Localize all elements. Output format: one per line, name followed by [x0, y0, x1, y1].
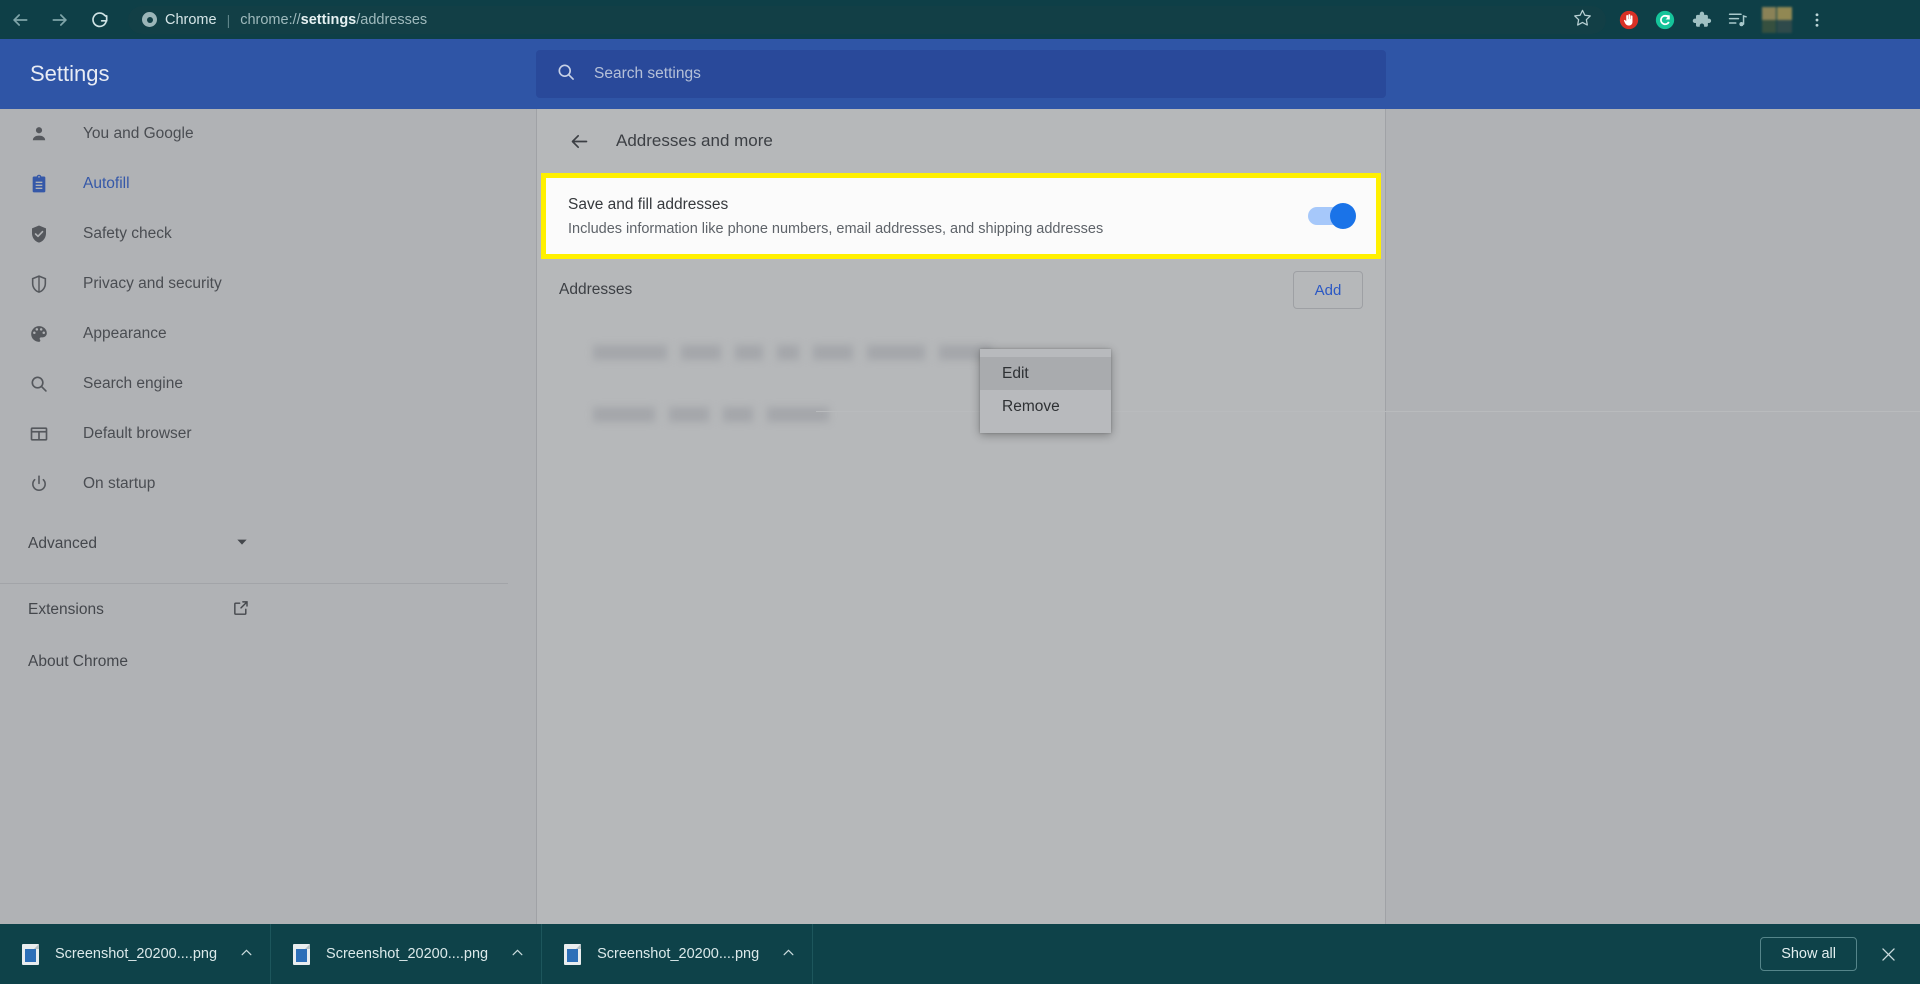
page-title: Addresses and more	[616, 131, 773, 150]
save-and-fill-toggle[interactable]	[1308, 203, 1356, 229]
back-arrow-icon[interactable]	[569, 131, 590, 152]
download-shelf: Screenshot_20200....png Screenshot_20200…	[0, 924, 1920, 984]
context-menu-item-edit[interactable]: Edit	[980, 357, 1111, 390]
settings-header: Settings	[0, 39, 1920, 109]
redacted-address-text	[593, 344, 991, 360]
toggle-knob	[1330, 203, 1356, 229]
url-bold-part: settings	[300, 11, 357, 28]
clipboard-icon	[28, 173, 50, 195]
omnibox-separator: |	[226, 11, 231, 28]
address-list-item[interactable]	[537, 321, 1385, 383]
address-context-menu: Edit Remove	[980, 349, 1111, 433]
save-and-fill-text-group: Save and fill addresses Includes informa…	[568, 196, 1103, 237]
sidebar-item-label: Appearance	[83, 325, 167, 342]
sidebar-item-label: Privacy and security	[83, 275, 222, 292]
download-shelf-actions: Show all	[1760, 937, 1920, 971]
person-icon	[28, 123, 50, 145]
omnibox-address-bar[interactable]: Chrome | chrome://settings/addresses	[128, 5, 1606, 34]
forward-arrow-icon[interactable]	[40, 0, 80, 39]
file-image-icon	[22, 943, 39, 965]
search-settings-input[interactable]	[594, 65, 1366, 83]
chrome-logo-icon	[142, 12, 157, 27]
sidebar-item-advanced[interactable]: Advanced	[0, 519, 536, 569]
chrome-menu-icon[interactable]	[1800, 0, 1834, 39]
file-image-icon	[293, 943, 311, 965]
sidebar-item-about-chrome[interactable]: About Chrome	[0, 636, 536, 688]
sidebar-item-label: On startup	[83, 475, 156, 492]
media-playlist-icon[interactable]	[1720, 0, 1754, 39]
sidebar-item-label: Autofill	[83, 175, 130, 192]
save-and-fill-title: Save and fill addresses	[568, 195, 729, 213]
download-item[interactable]: Screenshot_20200....png	[0, 924, 272, 984]
chevron-up-icon[interactable]	[239, 945, 254, 964]
omnibox-app-name: Chrome	[165, 11, 217, 28]
sidebar-item-privacy-and-security[interactable]: Privacy and security	[0, 259, 536, 309]
sidebar-item-appearance[interactable]: Appearance	[0, 309, 536, 359]
sidebar-item-safety-check[interactable]: Safety check	[0, 209, 536, 259]
redacted-address-text	[593, 406, 829, 422]
settings-content-card: Addresses and more Save and fill address…	[536, 109, 1386, 924]
omnibox-url-text: chrome://settings/addresses	[240, 12, 427, 28]
sidebar-extensions-label: Extensions	[28, 601, 104, 618]
sidebar-advanced-label: Advanced	[28, 535, 97, 552]
blocker-extension-icon[interactable]	[1612, 0, 1646, 39]
palette-icon	[28, 323, 50, 345]
sidebar-item-extensions[interactable]: Extensions	[0, 584, 536, 636]
url-prefix: chrome://	[240, 11, 301, 28]
toolbar-action-icons	[1612, 0, 1834, 39]
chevron-up-icon[interactable]	[781, 945, 796, 964]
settings-sidebar: You and Google Autofill Safety check Pri…	[0, 109, 536, 924]
download-filename: Screenshot_20200....png	[597, 946, 760, 962]
show-all-downloads-button[interactable]: Show all	[1760, 937, 1857, 971]
shield-icon	[28, 273, 50, 295]
chevron-down-icon	[234, 534, 250, 555]
sidebar-item-label: Search engine	[83, 375, 183, 392]
browser-window-icon	[28, 423, 50, 445]
save-and-fill-subtitle: Includes information like phone numbers,…	[568, 220, 1104, 237]
profile-avatar-icon[interactable]	[1762, 6, 1792, 33]
download-item[interactable]: Screenshot_20200....png	[271, 924, 543, 984]
reload-icon[interactable]	[80, 0, 120, 39]
sidebar-item-label: You and Google	[83, 125, 194, 142]
sidebar-item-default-browser[interactable]: Default browser	[0, 409, 536, 459]
page-header: Addresses and more	[537, 109, 1385, 173]
save-and-fill-addresses-card: Save and fill addresses Includes informa…	[541, 173, 1381, 259]
close-icon[interactable]	[1875, 941, 1902, 968]
download-item[interactable]: Screenshot_20200....png	[542, 924, 814, 984]
addresses-section-label: Addresses	[559, 281, 633, 298]
addresses-section-header: Addresses Add	[537, 259, 1385, 321]
bookmark-star-icon[interactable]	[1573, 8, 1592, 32]
omnibox-app-badge: Chrome	[142, 12, 217, 28]
settings-app-title: Settings	[30, 61, 110, 86]
shield-check-icon	[28, 223, 50, 245]
download-filename: Screenshot_20200....png	[55, 946, 218, 962]
search-settings-box[interactable]	[536, 50, 1386, 98]
sidebar-item-label: Default browser	[83, 425, 192, 442]
add-address-button[interactable]: Add	[1293, 271, 1363, 309]
sidebar-item-you-and-google[interactable]: You and Google	[0, 109, 536, 159]
download-filename: Screenshot_20200....png	[326, 946, 489, 962]
extensions-puzzle-icon[interactable]	[1684, 0, 1718, 39]
url-suffix: /addresses	[356, 11, 428, 28]
file-image-icon	[564, 943, 582, 965]
sidebar-item-autofill[interactable]: Autofill	[0, 159, 536, 209]
grammarly-extension-icon[interactable]	[1648, 0, 1682, 39]
context-menu-item-remove[interactable]: Remove	[980, 390, 1111, 423]
chevron-up-icon[interactable]	[510, 945, 525, 964]
chrome-settings-page: Settings You and Google Autofill Sa	[0, 39, 1920, 924]
sidebar-item-on-startup[interactable]: On startup	[0, 459, 536, 509]
external-link-icon	[232, 599, 250, 622]
sidebar-item-search-engine[interactable]: Search engine	[0, 359, 536, 409]
browser-toolbar: Chrome | chrome://settings/addresses	[0, 0, 1920, 39]
sidebar-item-label: Safety check	[83, 225, 172, 242]
address-list-item[interactable]	[537, 383, 1385, 445]
back-arrow-icon[interactable]	[0, 0, 40, 39]
power-icon	[28, 473, 50, 495]
search-icon	[28, 373, 50, 395]
search-icon	[556, 62, 576, 87]
sidebar-about-label: About Chrome	[28, 653, 128, 670]
